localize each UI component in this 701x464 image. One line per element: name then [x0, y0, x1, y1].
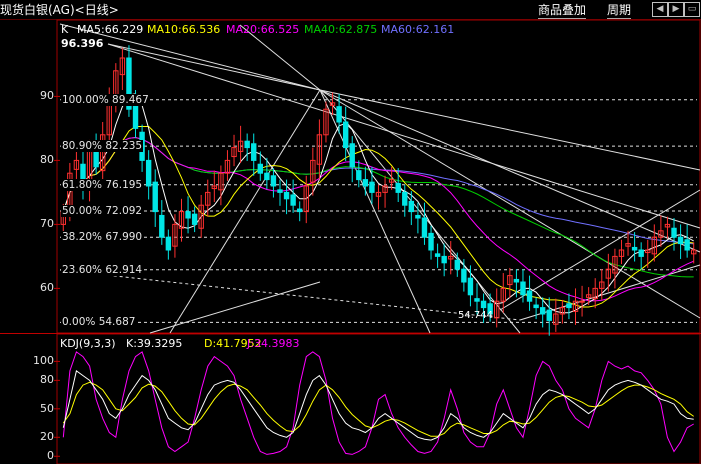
candle-body: [441, 255, 447, 264]
candle-body: [474, 298, 480, 302]
candle-body: [342, 121, 349, 149]
candle-body: [408, 200, 415, 213]
candle-body: [356, 170, 362, 181]
candle-body: [631, 246, 638, 251]
candle-body: [546, 309, 552, 321]
candle-body: [191, 213, 198, 225]
candle-body: [566, 303, 572, 309]
candle-body: [152, 181, 158, 213]
ma40-legend: MA40:62.875: [304, 23, 378, 36]
fib-level-label: 61.80% 76.195: [61, 178, 144, 191]
candle-body: [296, 208, 303, 213]
ma20-legend: MA20:66.525: [226, 23, 300, 36]
fan-line: [319, 89, 701, 253]
candle-body: [402, 191, 408, 206]
candle-body: [539, 307, 546, 315]
kdj-title: KDJ(9,3,3): [60, 337, 116, 350]
fib-level-label: 50.00% 72.092: [61, 205, 144, 217]
candle-body: [513, 278, 520, 283]
candle-body: [369, 181, 375, 193]
price-tick-label: 60: [40, 281, 54, 295]
ma10-path: [62, 126, 694, 308]
candle-body: [638, 249, 644, 257]
candle-body: [671, 227, 677, 238]
candle-body: [520, 281, 526, 296]
candle-body: [264, 172, 270, 181]
candle-body: [251, 143, 257, 161]
candle-body: [461, 268, 467, 283]
candle-body: [336, 106, 342, 123]
ma10-legend: MA10:66.536: [147, 23, 221, 36]
candle-body: [277, 189, 283, 193]
low-price-label: 54.744: [458, 310, 493, 321]
candle-body: [579, 300, 585, 303]
price-tick-label: 70: [40, 217, 54, 231]
kdj-lines: [62, 351, 694, 455]
kdj-tick-label: 0: [47, 449, 54, 463]
candle-body: [434, 253, 441, 257]
high-price-label: 96.396: [61, 37, 104, 50]
candle-body: [677, 236, 684, 245]
candle-body: [362, 179, 369, 187]
candle-body: [533, 304, 539, 309]
candle-body: [415, 214, 421, 219]
candle-body: [421, 217, 428, 238]
candles: [60, 45, 697, 336]
ma5-legend: MA5:66.229: [77, 23, 144, 36]
candle-body: [145, 159, 152, 187]
price-tick-label: 80: [40, 153, 54, 167]
candle-body: [270, 175, 277, 187]
fib-level-label: 38.20% 67.990: [61, 231, 144, 244]
kdj-tick-label: 20: [40, 430, 54, 444]
fib-level-label: 23.60% 62.914: [61, 263, 144, 276]
trend-line: [59, 269, 521, 321]
candle-body: [283, 191, 290, 200]
candle-body: [165, 236, 172, 251]
kdj-k-legend: K:39.3295: [126, 337, 183, 350]
candle-body: [684, 239, 690, 251]
indicator-label: K: [61, 23, 69, 36]
price-tick-label: 90: [40, 89, 54, 103]
candle-body: [257, 163, 263, 174]
ma10-line: [62, 126, 694, 308]
kdj-tick-label: 100: [33, 354, 54, 368]
kdj-tick-label: 80: [40, 373, 54, 387]
candle-body: [132, 104, 139, 129]
fan-line: [149, 281, 321, 334]
candle-body: [428, 232, 434, 251]
candle-body: [349, 143, 355, 168]
candle-body: [185, 211, 191, 219]
candle-body: [159, 214, 165, 238]
candle-body: [290, 194, 296, 206]
fan-line: [107, 43, 321, 91]
ma60-legend: MA60:62.161: [381, 23, 455, 36]
fib-level-label: 0.00% 54.687: [61, 316, 137, 329]
candle-body: [244, 140, 250, 149]
candle-body: [395, 182, 401, 193]
fib-level-label: 100.00% 89.467: [61, 93, 150, 106]
kdj-tick-label: 50: [40, 401, 54, 415]
candle-body: [454, 259, 461, 270]
candle-body: [467, 277, 474, 296]
candle-body: [526, 290, 533, 302]
fib-level-label: 80.90% 82.235: [61, 140, 144, 153]
fan-line: [319, 89, 701, 171]
candle-body: [480, 300, 487, 309]
kdj-j-legend: J:34.3983: [247, 337, 300, 350]
